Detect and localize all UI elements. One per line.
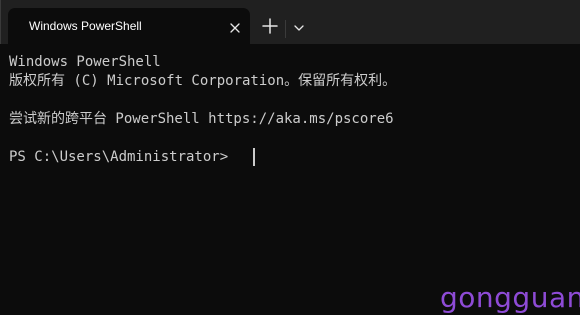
close-icon[interactable] — [228, 20, 242, 34]
terminal-line: 尝试新的跨平台 PowerShell https://aka.ms/pscore… — [9, 111, 394, 127]
chevron-down-icon — [294, 25, 304, 31]
new-tab-button[interactable] — [260, 16, 280, 36]
watermark: gongguan — [440, 281, 580, 314]
tab-title: Windows PowerShell — [29, 19, 142, 33]
text-cursor — [253, 148, 255, 166]
title-bar: Windows PowerShell — [0, 0, 580, 44]
terminal-output[interactable]: Windows PowerShell 版权所有 (C) Microsoft Co… — [0, 44, 580, 315]
tab-divider — [285, 20, 286, 38]
window-edge — [0, 0, 1, 44]
tab-windows-powershell[interactable]: Windows PowerShell — [8, 8, 250, 44]
profiles-dropdown-button[interactable] — [290, 20, 308, 36]
prompt-line: PS C:\Users\Administrator> — [9, 149, 229, 165]
terminal-line: Windows PowerShell — [9, 54, 161, 70]
terminal-line: 版权所有 (C) Microsoft Corporation。保留所有权利。 — [9, 73, 397, 89]
plus-icon — [262, 18, 278, 34]
